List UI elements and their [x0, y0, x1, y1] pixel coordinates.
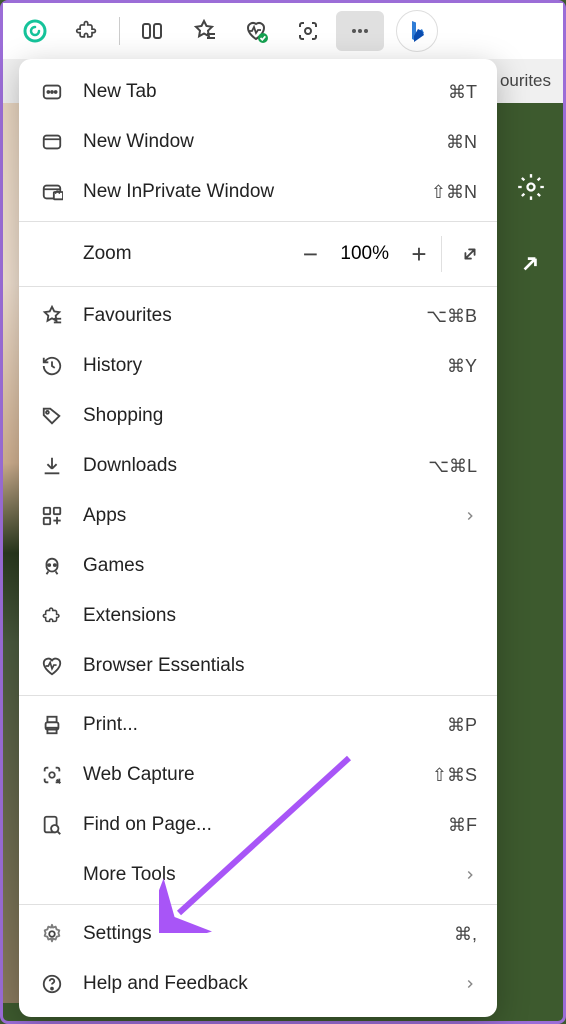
gear-icon	[39, 921, 65, 947]
divider	[19, 904, 497, 905]
menu-label: More Tools	[83, 864, 455, 886]
new-tab-icon	[39, 79, 65, 105]
menu-shortcut: ⌥⌘L	[428, 456, 477, 477]
menu-label: Extensions	[83, 605, 477, 627]
menu-shortcut: ⌘F	[448, 815, 477, 836]
zoom-value: 100%	[332, 243, 397, 265]
fullscreen-button[interactable]	[441, 236, 497, 272]
menu-browser-essentials[interactable]: Browser Essentials	[19, 641, 497, 691]
divider	[19, 221, 497, 222]
inprivate-icon	[39, 179, 65, 205]
menu-shortcut: ⇧⌘S	[432, 765, 477, 786]
menu-label: Apps	[83, 505, 455, 527]
window-icon	[39, 129, 65, 155]
settings-side-icon[interactable]	[517, 173, 545, 201]
download-icon	[39, 453, 65, 479]
menu-label: Settings	[83, 923, 446, 945]
zoom-label: Zoom	[83, 243, 288, 265]
menu-new-tab[interactable]: New Tab ⌘T	[19, 67, 497, 117]
menu-downloads[interactable]: Downloads ⌥⌘L	[19, 441, 497, 491]
print-icon	[39, 712, 65, 738]
zoom-out-button[interactable]: −	[288, 239, 332, 270]
chevron-right-icon	[463, 868, 477, 882]
menu-apps[interactable]: Apps	[19, 491, 497, 541]
menu-shopping[interactable]: Shopping	[19, 391, 497, 441]
menu-shortcut: ⌘Y	[447, 356, 477, 377]
menu-zoom: Zoom − 100% +	[19, 226, 497, 282]
apps-icon	[39, 503, 65, 529]
history-icon	[39, 353, 65, 379]
menu-label: Browser Essentials	[83, 655, 477, 677]
menu-label: New Tab	[83, 81, 440, 103]
menu-shortcut: ⌘T	[448, 82, 477, 103]
browser-toolbar	[3, 3, 563, 59]
menu-shortcut: ⇧⌘N	[431, 182, 477, 203]
menu-new-window[interactable]: New Window ⌘N	[19, 117, 497, 167]
menu-more-tools[interactable]: More Tools	[19, 850, 497, 900]
favourites-toolbar-icon[interactable]	[180, 11, 228, 51]
menu-settings[interactable]: Settings ⌘,	[19, 909, 497, 959]
help-icon	[39, 971, 65, 997]
menu-extensions[interactable]: Extensions	[19, 591, 497, 641]
menu-find[interactable]: Find on Page... ⌘F	[19, 800, 497, 850]
screenshot-icon[interactable]	[284, 11, 332, 51]
menu-shortcut: ⌘P	[447, 715, 477, 736]
puzzle-icon	[39, 603, 65, 629]
menu-label: Print...	[83, 714, 439, 736]
menu-help[interactable]: Help and Feedback	[19, 959, 497, 1009]
games-icon	[39, 553, 65, 579]
menu-shortcut: ⌘,	[454, 924, 477, 945]
menu-label: Help and Feedback	[83, 973, 455, 995]
menu-label: History	[83, 355, 439, 377]
menu-history[interactable]: History ⌘Y	[19, 341, 497, 391]
settings-menu: New Tab ⌘T New Window ⌘N New InPrivate W…	[19, 59, 497, 1017]
menu-label: Games	[83, 555, 477, 577]
chevron-right-icon	[463, 509, 477, 523]
heartbeat-icon	[39, 653, 65, 679]
menu-favourites[interactable]: Favourites ⌥⌘B	[19, 291, 497, 341]
menu-new-inprivate[interactable]: New InPrivate Window ⇧⌘N	[19, 167, 497, 217]
menu-label: New InPrivate Window	[83, 181, 423, 203]
grammarly-icon[interactable]	[11, 11, 59, 51]
chevron-right-icon	[463, 977, 477, 991]
divider	[19, 286, 497, 287]
expand-side-icon[interactable]	[517, 251, 545, 279]
extension-icon[interactable]	[63, 11, 111, 51]
divider	[19, 695, 497, 696]
menu-label: Shopping	[83, 405, 477, 427]
health-icon[interactable]	[232, 11, 280, 51]
more-button[interactable]	[336, 11, 384, 51]
menu-print[interactable]: Print... ⌘P	[19, 700, 497, 750]
menu-label: Downloads	[83, 455, 420, 477]
bing-icon[interactable]	[396, 10, 438, 52]
zoom-in-button[interactable]: +	[397, 239, 441, 270]
menu-label: New Window	[83, 131, 438, 153]
star-icon	[39, 303, 65, 329]
menu-label: Find on Page...	[83, 814, 440, 836]
tag-icon	[39, 403, 65, 429]
search-page-icon	[39, 812, 65, 838]
menu-shortcut: ⌥⌘B	[426, 306, 477, 327]
split-screen-icon[interactable]	[128, 11, 176, 51]
menu-games[interactable]: Games	[19, 541, 497, 591]
menu-label: Favourites	[83, 305, 418, 327]
menu-web-capture[interactable]: Web Capture ⇧⌘S	[19, 750, 497, 800]
favourites-bar-label: ourites	[500, 71, 551, 91]
menu-shortcut: ⌘N	[446, 132, 477, 153]
menu-label: Web Capture	[83, 764, 424, 786]
capture-icon	[39, 762, 65, 788]
